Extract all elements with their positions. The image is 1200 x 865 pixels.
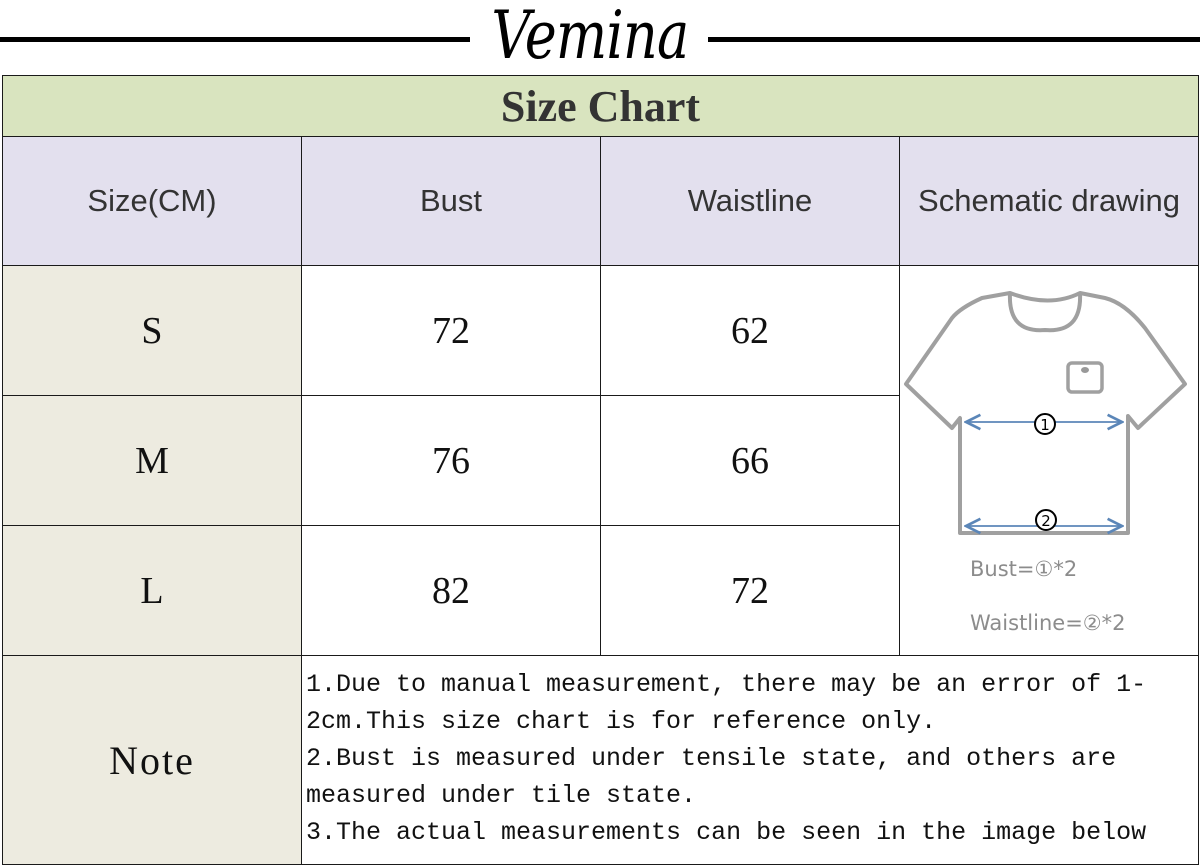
note-text: 1.Due to manual measurement, there may b… (301, 655, 1199, 865)
note-row: Note 1.Due to manual measurement, there … (2, 655, 1199, 865)
brand-divider-right (708, 37, 1200, 42)
pocket-button-icon (1081, 366, 1089, 373)
brand-header: Vemina (0, 0, 1200, 75)
waistline-cell: 62 (600, 265, 900, 396)
bust-cell: 72 (301, 265, 601, 396)
header-bust: Bust (301, 136, 601, 266)
note-line: 3.The actual measurements can be seen in… (306, 818, 1147, 847)
schematic-drawing-cell: 1 2 Bust=①*2 Waistline=②*2 (899, 265, 1199, 656)
waistline-formula: Waistline=②*2 (970, 611, 1125, 635)
table-row: S 72 62 1 2 Bust=①*2 Waistline=②*2 (2, 265, 1199, 656)
marker-1-label: 1 (1040, 416, 1050, 434)
waistline-cell: 72 (600, 525, 900, 656)
size-cell: L (2, 525, 302, 656)
brand-divider-left (0, 37, 470, 42)
chart-title: Size Chart (2, 75, 1199, 137)
note-line: 2cm.This size chart is for reference onl… (306, 707, 937, 736)
bust-formula: Bust=①*2 (970, 557, 1077, 581)
bust-cell: 82 (301, 525, 601, 656)
note-line: measured under tile state. (306, 781, 697, 810)
size-chart-table: Size Chart Size(CM) Bust Waistline Schem… (2, 75, 1199, 865)
bust-cell: 76 (301, 395, 601, 526)
marker-2-label: 2 (1041, 512, 1051, 530)
note-line: 2.Bust is measured under tensile state, … (306, 744, 1117, 773)
size-cell: S (2, 265, 302, 396)
note-label: Note (2, 655, 302, 865)
note-line: 1.Due to manual measurement, there may b… (306, 670, 1147, 699)
size-cell: M (2, 395, 302, 526)
header-schematic: Schematic drawing (899, 136, 1199, 266)
title-row: Size Chart (2, 75, 1199, 137)
header-size: Size(CM) (2, 136, 302, 266)
waistline-cell: 66 (600, 395, 900, 526)
tshirt-schematic: 1 2 Bust=①*2 Waistline=②*2 (904, 290, 1187, 635)
header-waistline: Waistline (600, 136, 900, 266)
header-row: Size(CM) Bust Waistline Schematic drawin… (2, 136, 1199, 266)
brand-name: Vemina (491, 0, 689, 74)
